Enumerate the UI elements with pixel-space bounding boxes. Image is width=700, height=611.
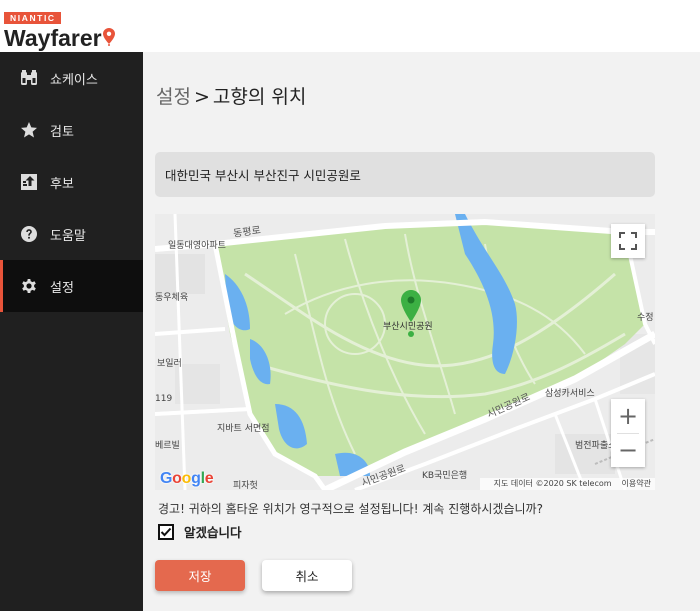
sidebar-item-settings[interactable]: 설정: [0, 260, 143, 312]
map-label: 피자헛: [233, 481, 258, 490]
zoom-in-button[interactable]: +: [611, 399, 645, 433]
cancel-button[interactable]: 취소: [262, 560, 352, 591]
zoom-out-button[interactable]: −: [611, 433, 645, 467]
address-field[interactable]: 대한민국 부산시 부산진구 시민공원로: [155, 152, 655, 197]
fullscreen-button[interactable]: [611, 224, 645, 258]
fullscreen-icon: [619, 232, 637, 250]
map-label: 일동대영아파트: [168, 241, 226, 251]
page-title-text: 고향의 위치: [212, 86, 307, 108]
confirm-checkbox[interactable]: [158, 523, 174, 540]
sidebar-item-showcase[interactable]: 쇼케이스: [0, 52, 143, 104]
help-icon: [20, 225, 38, 243]
star-icon: [20, 121, 38, 139]
map-data-credit: 지도 데이터 ©2020 SK telecom: [493, 479, 612, 488]
location-pin-icon: [102, 28, 115, 46]
sidebar-item-label: 설정: [50, 280, 74, 296]
zoom-controls: + −: [611, 399, 645, 467]
map-park-label: 부산시민공원: [383, 322, 433, 332]
brand-logo[interactable]: NIANTIC Wayfarer: [4, 6, 115, 50]
brand-tag: NIANTIC: [4, 12, 61, 24]
sidebar-item-help[interactable]: 도움말: [0, 208, 143, 260]
save-button[interactable]: 저장: [155, 560, 245, 591]
brand-name-text: Wayfarer: [4, 25, 102, 51]
map-label: 보일러: [157, 359, 182, 369]
sidebar-item-label: 도움말: [50, 228, 86, 244]
sidebar-item-review[interactable]: 검토: [0, 104, 143, 156]
sidebar: 쇼케이스 검토 후보 도움말 설정: [0, 52, 143, 611]
upload-icon: [20, 173, 38, 191]
map-label: 베르빌: [155, 441, 180, 451]
confirm-row: 알겠습니다: [158, 522, 242, 541]
breadcrumb-separator: >: [193, 86, 210, 108]
breadcrumb-settings[interactable]: 설정: [156, 86, 191, 108]
binoculars-icon: [20, 69, 38, 87]
checkmark-icon: [160, 527, 172, 536]
confirm-label[interactable]: 알겠습니다: [184, 522, 242, 541]
warning-text: 경고! 귀하의 홈타운 위치가 영구적으로 설정됩니다! 계속 진행하시겠습니까…: [158, 502, 543, 516]
gear-icon: [20, 277, 38, 295]
brand-name: Wayfarer: [4, 26, 115, 50]
page-title: 설정 > 고향의 위치: [156, 82, 306, 109]
sidebar-item-label: 후보: [50, 176, 74, 192]
map-label: 동우체육: [155, 293, 189, 303]
map-label: KB국민은행: [422, 471, 468, 481]
zoom-divider: [617, 433, 639, 434]
map[interactable]: 동평로 일동대영아파트 동우체육 보일러 119 지바트 서면점 베르빌 피자헛…: [155, 214, 655, 490]
sidebar-item-label: 검토: [50, 124, 74, 140]
google-logo[interactable]: Google: [160, 470, 214, 488]
map-label: 119: [155, 394, 173, 404]
map-label: 삼성카서비스: [545, 389, 595, 399]
map-terms-link[interactable]: 이용약관: [622, 479, 651, 488]
sidebar-item-candidates[interactable]: 후보: [0, 156, 143, 208]
sidebar-item-label: 쇼케이스: [50, 72, 98, 88]
map-attribution: 지도 데이터 ©2020 SK telecom 이용약관: [479, 478, 655, 490]
map-label: 지바트 서면점: [217, 424, 270, 434]
header: NIANTIC Wayfarer: [0, 0, 700, 52]
main-content: 설정 > 고향의 위치 대한민국 부산시 부산진구 시민공원로 동평로 일동대영…: [143, 52, 700, 611]
map-label: 수정: [637, 313, 654, 323]
